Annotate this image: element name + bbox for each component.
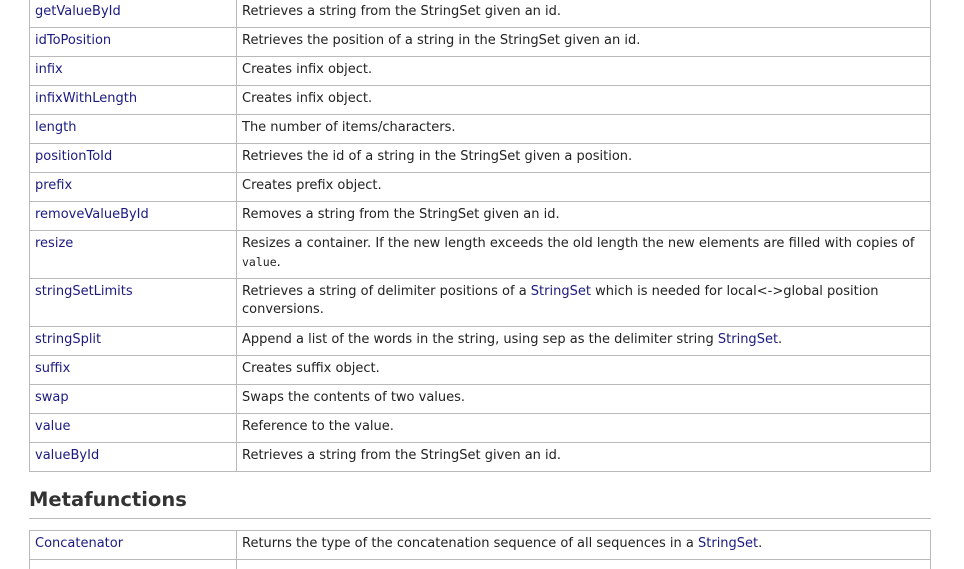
function-desc-text: Append a list of the words in the string… [242,332,718,347]
function-desc-cell: Append a list of the words in the string… [236,326,931,356]
function-name-cell: idToPosition [29,27,237,57]
metafunction-name-cell [29,559,237,569]
function-link[interactable]: value [35,419,71,434]
function-desc-cell: Reference to the value. [236,413,931,443]
function-name-cell: stringSetLimits [29,278,237,327]
metafunction-desc-cell [236,559,931,569]
table-row: positionToId Retrieves the id of a strin… [29,143,931,173]
table-row: prefix Creates prefix object. [29,172,931,202]
function-link[interactable]: prefix [35,178,72,193]
metafunctions-table: Concatenator Returns the type of the con… [29,530,931,569]
table-row: Concatenator Returns the type of the con… [29,530,931,560]
function-desc-cell: The number of items/characters. [236,114,931,144]
function-link[interactable]: getValueById [35,4,121,19]
table-row: stringSetLimits Retrieves a string of de… [29,278,931,327]
table-row: idToPosition Retrieves the position of a… [29,27,931,57]
function-desc-cell: Creates infix object. [236,85,931,115]
function-name-cell: removeValueById [29,201,237,231]
metafunction-desc-cell: Returns the type of the concatenation se… [236,530,931,560]
function-link[interactable]: valueById [35,448,99,463]
function-name-cell: getValueById [29,0,237,28]
function-name-cell: positionToId [29,143,237,173]
function-name-cell: valueById [29,442,237,472]
function-desc-tail: . [778,332,783,347]
metafunction-desc-text: Returns the type of the concatenation se… [242,536,698,551]
function-desc-cell: Creates suffix object. [236,355,931,385]
function-desc-cell: Creates prefix object. [236,172,931,202]
function-desc-cell: Creates infix object. [236,56,931,86]
function-name-cell: swap [29,384,237,414]
stringset-link[interactable]: StringSet [718,332,778,347]
function-desc-cell: Resizes a container. If the new length e… [236,230,931,279]
function-name-cell: prefix [29,172,237,202]
table-row: valueById Retrieves a string from the St… [29,442,931,472]
function-link[interactable]: removeValueById [35,207,149,222]
metafunction-link[interactable]: Concatenator [35,536,123,551]
table-row: stringSplit Append a list of the words i… [29,326,931,356]
table-row: resize Resizes a container. If the new l… [29,230,931,279]
function-desc-text: Resizes a container. If the new length e… [242,236,915,251]
function-link[interactable]: infixWithLength [35,91,137,106]
function-desc-cell: Retrieves the position of a string in th… [236,27,931,57]
table-row: value Reference to the value. [29,413,931,443]
function-desc-tail: . [276,255,281,270]
table-row: getValueById Retrieves a string from the… [29,0,931,28]
table-row: suffix Creates suffix object. [29,355,931,385]
table-row: swap Swaps the contents of two values. [29,384,931,414]
code-value: value [242,255,277,269]
functions-table: getValueById Retrieves a string from the… [29,0,931,472]
function-name-cell: infixWithLength [29,85,237,115]
stringset-link[interactable]: StringSet [531,284,591,299]
function-desc-cell: Removes a string from the StringSet give… [236,201,931,231]
table-row [29,559,931,569]
function-link[interactable]: stringSetLimits [35,284,133,299]
function-desc-text: Retrieves a string of delimiter position… [242,284,531,299]
function-desc-cell: Retrieves the id of a string in the Stri… [236,143,931,173]
function-link[interactable]: swap [35,390,69,405]
function-name-cell: infix [29,56,237,86]
table-row: infix Creates infix object. [29,56,931,86]
table-row: removeValueById Removes a string from th… [29,201,931,231]
function-link[interactable]: idToPosition [35,33,111,48]
function-desc-cell: Swaps the contents of two values. [236,384,931,414]
function-name-cell: suffix [29,355,237,385]
function-name-cell: value [29,413,237,443]
function-link[interactable]: stringSplit [35,332,101,347]
function-desc-cell: Retrieves a string of delimiter position… [236,278,931,327]
stringset-link[interactable]: StringSet [698,536,758,551]
documentation-page: getValueById Retrieves a string from the… [0,0,964,569]
function-desc-cell: Retrieves a string from the StringSet gi… [236,0,931,28]
function-name-cell: length [29,114,237,144]
function-name-cell: stringSplit [29,326,237,356]
function-link[interactable]: suffix [35,361,70,376]
metafunction-desc-tail: . [758,536,763,551]
function-link[interactable]: length [35,120,76,135]
function-link[interactable]: resize [35,236,73,251]
table-row: infixWithLength Creates infix object. [29,85,931,115]
function-link[interactable]: infix [35,62,63,77]
function-desc-cell: Retrieves a string from the StringSet gi… [236,442,931,472]
function-link[interactable]: positionToId [35,149,112,164]
metafunction-name-cell: Concatenator [29,530,237,560]
table-row: length The number of items/characters. [29,114,931,144]
metafunctions-heading: Metafunctions [29,487,931,519]
function-name-cell: resize [29,230,237,279]
